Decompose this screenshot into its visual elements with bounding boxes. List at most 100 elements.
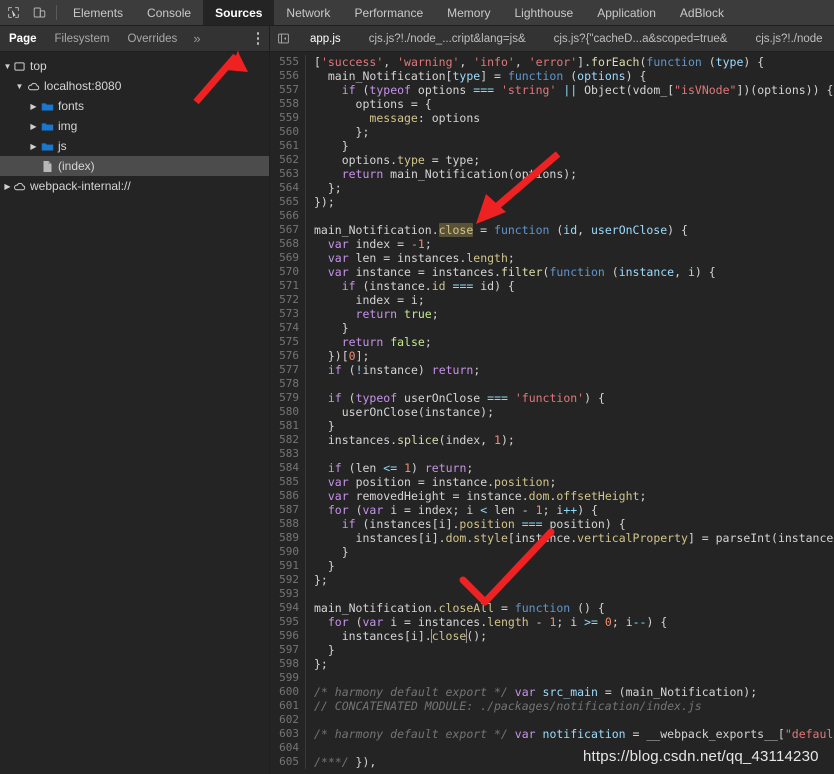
line-number[interactable]: 602: [270, 713, 306, 727]
line-number[interactable]: 557: [270, 83, 306, 97]
line-number[interactable]: 591: [270, 559, 306, 573]
line-number[interactable]: 587: [270, 503, 306, 517]
line-number[interactable]: 568: [270, 237, 306, 251]
code-text[interactable]: // CONCATENATED MODULE: ./packages/notif…: [306, 699, 702, 713]
tree-node-index[interactable]: (index): [0, 156, 269, 176]
tree-node-localhost[interactable]: ▼ localhost:8080: [0, 76, 269, 96]
file-tab-cjs-2[interactable]: cjs.js?{"cacheD...a&scoped=true&: [540, 26, 742, 51]
line-number[interactable]: 556: [270, 69, 306, 83]
line-number[interactable]: 569: [270, 251, 306, 265]
code-text[interactable]: [306, 377, 314, 391]
line-number[interactable]: 559: [270, 111, 306, 125]
line-number[interactable]: 596: [270, 629, 306, 643]
line-number[interactable]: 573: [270, 307, 306, 321]
tab-performance[interactable]: Performance: [342, 0, 435, 25]
line-number[interactable]: 597: [270, 643, 306, 657]
code-text[interactable]: if (typeof options === 'string' || Objec…: [306, 83, 833, 97]
code-text[interactable]: /* harmony default export */ var notific…: [306, 727, 834, 741]
line-number[interactable]: 588: [270, 517, 306, 531]
line-number[interactable]: 605: [270, 755, 306, 769]
line-number[interactable]: 592: [270, 573, 306, 587]
line-number[interactable]: 599: [270, 671, 306, 685]
code-text[interactable]: main_Notification.closeAll = function ()…: [306, 601, 605, 615]
code-text[interactable]: }: [306, 545, 349, 559]
chevron-right-icon[interactable]: ▶: [28, 102, 39, 111]
code-text[interactable]: [306, 741, 314, 755]
code-text[interactable]: [306, 209, 314, 223]
code-text[interactable]: return false;: [306, 335, 432, 349]
code-text[interactable]: for (var i = instances.length - 1; i >= …: [306, 615, 667, 629]
code-text[interactable]: }: [306, 139, 349, 153]
code-text[interactable]: }: [306, 559, 335, 573]
tab-console[interactable]: Console: [135, 0, 203, 25]
code-text[interactable]: }: [306, 419, 335, 433]
nav-tab-page[interactable]: Page: [0, 26, 46, 51]
more-options-icon[interactable]: [247, 26, 269, 51]
line-number[interactable]: 583: [270, 447, 306, 461]
line-number[interactable]: 582: [270, 433, 306, 447]
line-number[interactable]: 576: [270, 349, 306, 363]
code-text[interactable]: /***/ }),: [306, 755, 376, 769]
line-number[interactable]: 581: [270, 419, 306, 433]
code-text[interactable]: instances.splice(index, 1);: [306, 433, 515, 447]
line-number[interactable]: 558: [270, 97, 306, 111]
code-text[interactable]: [306, 713, 314, 727]
line-number[interactable]: 571: [270, 279, 306, 293]
chevron-right-icon[interactable]: ▶: [28, 122, 39, 131]
tab-adblock[interactable]: AdBlock: [668, 0, 736, 25]
line-number[interactable]: 580: [270, 405, 306, 419]
code-text[interactable]: return true;: [306, 307, 439, 321]
line-number[interactable]: 562: [270, 153, 306, 167]
line-number[interactable]: 561: [270, 139, 306, 153]
nav-tab-filesystem[interactable]: Filesystem: [46, 26, 119, 51]
tab-application[interactable]: Application: [585, 0, 668, 25]
code-text[interactable]: /* harmony default export */ var src_mai…: [306, 685, 757, 699]
code-text[interactable]: [306, 671, 314, 685]
code-text[interactable]: options.type = type;: [306, 153, 480, 167]
line-number[interactable]: 590: [270, 545, 306, 559]
code-text[interactable]: }: [306, 643, 335, 657]
line-number[interactable]: 604: [270, 741, 306, 755]
code-text[interactable]: };: [306, 181, 342, 195]
line-number[interactable]: 595: [270, 615, 306, 629]
line-number[interactable]: 560: [270, 125, 306, 139]
code-text[interactable]: };: [306, 573, 328, 587]
line-number[interactable]: 601: [270, 699, 306, 713]
line-number[interactable]: 563: [270, 167, 306, 181]
code-text[interactable]: });: [306, 195, 335, 209]
line-number[interactable]: 598: [270, 657, 306, 671]
code-text[interactable]: })[0];: [306, 349, 369, 363]
tab-elements[interactable]: Elements: [61, 0, 135, 25]
source-code-editor[interactable]: 555['success', 'warning', 'info', 'error…: [270, 52, 834, 774]
tree-node-webpack-internal[interactable]: ▶ webpack-internal://: [0, 176, 269, 196]
code-text[interactable]: var instance = instances.filter(function…: [306, 265, 716, 279]
tree-node-js[interactable]: ▶ js: [0, 136, 269, 156]
line-number[interactable]: 574: [270, 321, 306, 335]
code-text[interactable]: [306, 447, 314, 461]
code-text[interactable]: };: [306, 125, 369, 139]
file-tab-cjs-1[interactable]: cjs.js?!./node_...cript&lang=js&: [355, 26, 540, 51]
tree-node-top[interactable]: ▼ top: [0, 56, 269, 76]
line-number[interactable]: 593: [270, 587, 306, 601]
code-text[interactable]: if (len <= 1) return;: [306, 461, 473, 475]
line-number[interactable]: 603: [270, 727, 306, 741]
code-text[interactable]: }: [306, 321, 349, 335]
line-number[interactable]: 555: [270, 55, 306, 69]
code-text[interactable]: if (typeof userOnClose === 'function') {: [306, 391, 605, 405]
tab-network[interactable]: Network: [274, 0, 342, 25]
line-number[interactable]: 589: [270, 531, 306, 545]
inspect-element-icon[interactable]: [0, 0, 26, 25]
code-text[interactable]: message: options: [306, 111, 480, 125]
code-text[interactable]: main_Notification[type] = function (opti…: [306, 69, 646, 83]
tree-node-img[interactable]: ▶ img: [0, 116, 269, 136]
line-number[interactable]: 594: [270, 601, 306, 615]
show-navigator-icon[interactable]: [270, 26, 296, 51]
code-text[interactable]: main_Notification.close = function (id, …: [306, 223, 688, 237]
code-text[interactable]: if (instance.id === id) {: [306, 279, 515, 293]
chevron-right-icon[interactable]: ▶: [0, 182, 11, 191]
code-text[interactable]: ['success', 'warning', 'info', 'error'].…: [306, 55, 764, 69]
code-text[interactable]: var len = instances.length;: [306, 251, 515, 265]
file-tab-app-js[interactable]: app.js: [296, 26, 355, 51]
line-number[interactable]: 600: [270, 685, 306, 699]
code-text[interactable]: var index = -1;: [306, 237, 432, 251]
